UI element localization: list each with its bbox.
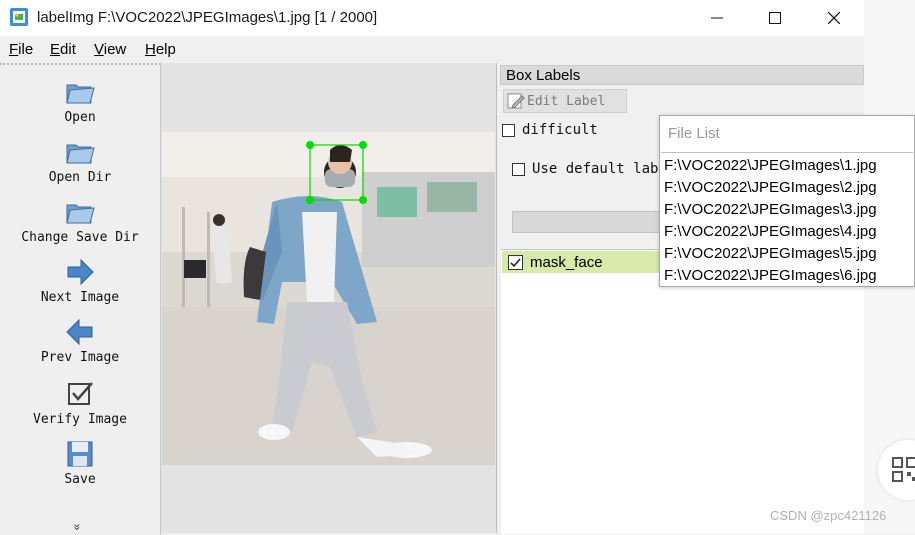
use-default-label-text: Use default label xyxy=(532,161,676,177)
arrow-right-icon xyxy=(67,258,94,286)
arrow-left-icon xyxy=(66,318,93,346)
open-button[interactable]: Open xyxy=(0,76,160,125)
menu-edit[interactable]: Edit xyxy=(50,41,76,58)
label-text: mask_face xyxy=(530,253,603,271)
open-folder-icon xyxy=(66,84,95,104)
difficult-checkbox[interactable]: difficult xyxy=(502,122,598,138)
floppy-disk-icon xyxy=(67,441,93,467)
change-save-dir-label: Change Save Dir xyxy=(21,230,139,245)
qr-code-icon xyxy=(892,457,915,482)
default-label-input[interactable] xyxy=(512,211,664,233)
edit-label-text: Edit Label xyxy=(527,93,606,109)
menu-view[interactable]: View xyxy=(94,41,126,58)
open-dir-label: Open Dir xyxy=(48,170,112,185)
image-canvas[interactable] xyxy=(161,63,497,533)
difficult-checkbox-box[interactable] xyxy=(502,123,515,137)
save-label: Save xyxy=(64,472,96,487)
open-dir-button[interactable]: Open Dir xyxy=(0,136,160,185)
maximize-button[interactable] xyxy=(745,0,805,36)
edit-label-button[interactable]: Edit Label xyxy=(503,89,627,113)
file-list-item[interactable]: F:\VOC2022\JPEGImages\2.jpg xyxy=(664,179,877,196)
use-default-label-box[interactable] xyxy=(512,162,525,176)
box-labels-title: Box Labels xyxy=(500,65,864,85)
labelimg-app-icon xyxy=(10,8,28,26)
file-list-item[interactable]: F:\VOC2022\JPEGImages\5.jpg xyxy=(664,245,877,262)
file-list-item[interactable]: F:\VOC2022\JPEGImages\6.jpg xyxy=(664,267,877,284)
file-list-item[interactable]: F:\VOC2022\JPEGImages\3.jpg xyxy=(664,201,877,218)
annotated-photo xyxy=(162,132,495,465)
toolbar-more-icon[interactable]: » xyxy=(70,524,84,531)
window-title: labelImg F:\VOC2022\JPEGImages\1.jpg [1 … xyxy=(37,9,378,26)
left-toolbar: Open Open Dir Change Save Dir Next Image xyxy=(0,63,161,535)
edit-pencil-icon xyxy=(507,93,525,109)
difficult-label: difficult xyxy=(522,122,598,138)
next-image-button[interactable]: Next Image xyxy=(0,256,160,305)
open-dir-icon xyxy=(66,144,95,164)
save-button[interactable]: Save xyxy=(0,438,160,487)
maximize-icon xyxy=(769,12,781,24)
change-save-dir-icon xyxy=(66,204,95,224)
checkmark-icon xyxy=(510,257,521,267)
verify-image-label: Verify Image xyxy=(33,412,127,427)
verify-image-button[interactable]: Verify Image xyxy=(0,378,160,427)
file-list-item[interactable]: F:\VOC2022\JPEGImages\4.jpg xyxy=(664,223,877,240)
watermark: CSDN @zpc421126 xyxy=(770,508,887,523)
menu-help[interactable]: Help xyxy=(145,41,176,58)
close-button[interactable] xyxy=(804,0,864,36)
menu-bar: File Edit View Help xyxy=(0,36,864,62)
change-save-dir-button[interactable]: Change Save Dir xyxy=(0,196,160,245)
label-visible-checkbox[interactable] xyxy=(508,254,523,270)
close-icon xyxy=(828,12,840,24)
menu-file[interactable]: File xyxy=(9,41,33,58)
file-list-title: File List xyxy=(668,125,720,142)
title-bar: labelImg F:\VOC2022\JPEGImages\1.jpg [1 … xyxy=(0,0,864,36)
checkbox-check-icon xyxy=(68,382,93,405)
file-list: F:\VOC2022\JPEGImages\1.jpg F:\VOC2022\J… xyxy=(661,152,913,287)
use-default-label-checkbox[interactable]: Use default label xyxy=(512,161,675,177)
next-image-label: Next Image xyxy=(40,290,120,305)
label-list: mask_face xyxy=(501,249,864,534)
file-list-panel: File List F:\VOC2022\JPEGImages\1.jpg F:… xyxy=(659,115,915,287)
minimize-button[interactable] xyxy=(687,0,747,36)
prev-image-label: Prev Image xyxy=(40,350,120,365)
prev-image-button[interactable]: Prev Image xyxy=(0,316,160,365)
minimize-icon xyxy=(711,17,723,19)
open-label: Open xyxy=(64,110,96,125)
file-list-item[interactable]: F:\VOC2022\JPEGImages\1.jpg xyxy=(664,157,877,174)
